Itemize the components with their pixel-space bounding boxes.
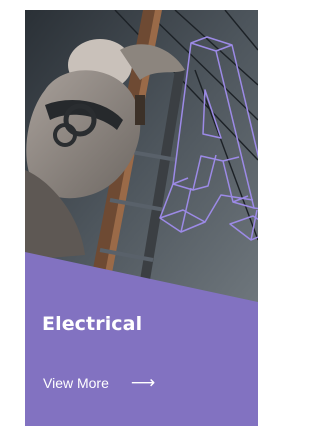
view-more-link[interactable]: View More ⟶ xyxy=(43,371,155,395)
letter-a-wireframe-icon xyxy=(159,36,258,241)
view-more-label: View More xyxy=(43,375,109,391)
arrow-right-icon: ⟶ xyxy=(130,373,156,393)
card-title: Electrical xyxy=(42,313,143,335)
service-card-electrical[interactable]: Electrical View More ⟶ xyxy=(25,10,258,426)
